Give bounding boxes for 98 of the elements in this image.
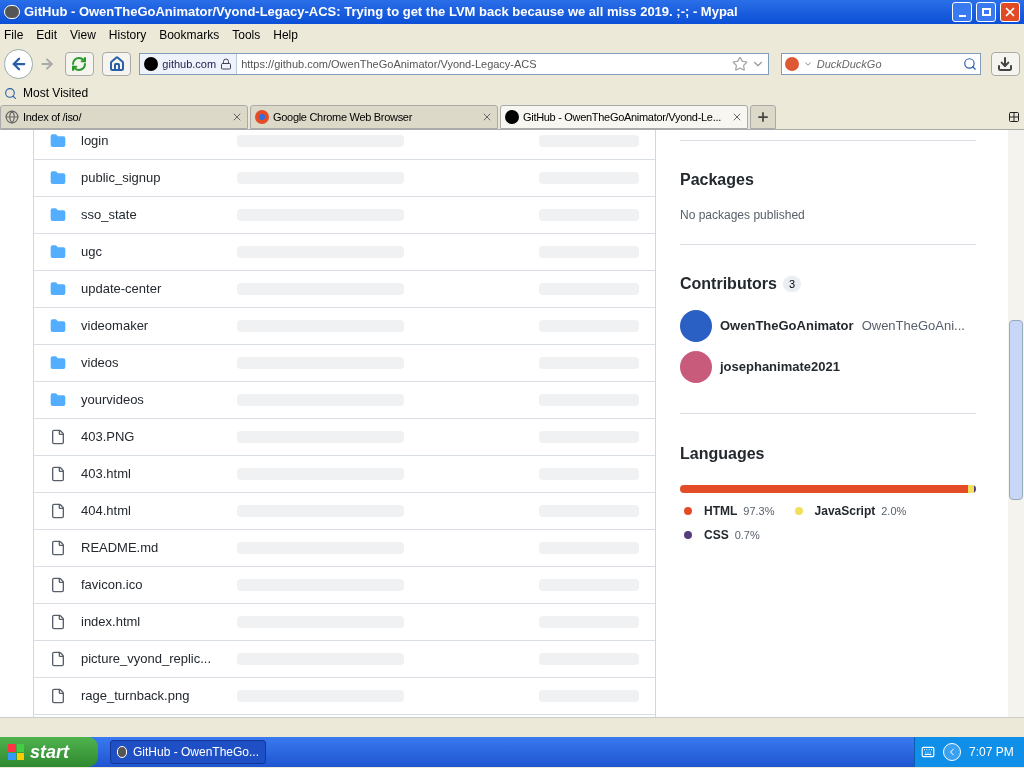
file-name[interactable]: 404.html bbox=[81, 501, 131, 521]
folder-icon bbox=[50, 318, 66, 334]
file-name[interactable]: login bbox=[81, 131, 109, 151]
count-badge: 3 bbox=[782, 275, 801, 293]
url-text: https://github.com/OwenTheGoAnimator/Vyond-Legacy-ACS bbox=[240, 56, 538, 72]
menu-item[interactable]: Edit bbox=[36, 26, 58, 44]
file-name[interactable]: 403.PNG bbox=[81, 427, 135, 447]
language-percent: 0.7% bbox=[734, 527, 760, 543]
file-name[interactable]: README.md bbox=[81, 538, 159, 558]
home-button[interactable] bbox=[102, 52, 132, 76]
minimize-icon[interactable] bbox=[952, 2, 972, 22]
browser-tab[interactable]: GitHub - OwenTheGoAnimator/Vyond-Le... bbox=[500, 105, 748, 129]
star-icon[interactable] bbox=[731, 56, 748, 72]
file-name[interactable]: 403.html bbox=[81, 464, 131, 484]
folder-icon bbox=[50, 244, 66, 260]
file-name[interactable]: yourvideos bbox=[81, 390, 144, 410]
tab-list-icon[interactable] bbox=[1008, 111, 1020, 123]
windows-logo-icon bbox=[8, 744, 24, 760]
folder-icon bbox=[50, 133, 66, 149]
avatar[interactable] bbox=[680, 351, 712, 383]
file-name[interactable]: ugc bbox=[81, 242, 102, 262]
site-identity-button[interactable]: github.com bbox=[140, 54, 238, 74]
folder-icon bbox=[50, 207, 66, 223]
menu-item[interactable]: View bbox=[70, 26, 96, 44]
avatar[interactable] bbox=[680, 310, 712, 342]
language-name[interactable]: CSS bbox=[704, 526, 729, 544]
folder-icon bbox=[50, 281, 66, 297]
close-icon[interactable] bbox=[731, 111, 743, 123]
menu-item[interactable]: Tools bbox=[232, 26, 261, 44]
reload-icon bbox=[71, 56, 88, 72]
menu-item[interactable]: File bbox=[4, 26, 24, 44]
file-icon bbox=[50, 503, 66, 519]
section-heading: Packages bbox=[680, 170, 755, 190]
search-bar[interactable]: DuckDuckGo bbox=[780, 53, 981, 75]
address-bar[interactable]: github.com https://github.com/OwenTheGoAnimator/Vyond-Legacy-ACS bbox=[139, 53, 769, 75]
home-icon bbox=[108, 56, 125, 72]
plus-icon bbox=[756, 110, 770, 124]
tab-title: GitHub - OwenTheGoAnimator/Vyond-Le... bbox=[523, 109, 722, 125]
file-icon bbox=[50, 688, 66, 704]
keyboard-icon[interactable] bbox=[921, 745, 935, 759]
lock-icon bbox=[220, 58, 233, 70]
site-name: github.com bbox=[162, 56, 217, 72]
restore-icon[interactable] bbox=[976, 2, 996, 22]
file-name[interactable]: public_signup bbox=[81, 168, 161, 188]
taskbar-window-button[interactable]: GitHub - OwenTheGo... bbox=[110, 740, 266, 764]
file-icon bbox=[50, 540, 66, 556]
file-icon bbox=[50, 651, 66, 667]
section-heading: Languages bbox=[680, 444, 766, 464]
file-name[interactable]: videos bbox=[81, 353, 119, 373]
file-name[interactable]: picture_vyond_replic... bbox=[81, 649, 212, 669]
contributor-name: OwenTheGoAni... bbox=[861, 317, 965, 336]
globe-icon bbox=[5, 110, 19, 124]
dropdown-icon[interactable] bbox=[802, 59, 813, 69]
download-button[interactable] bbox=[990, 52, 1020, 76]
reload-button[interactable] bbox=[64, 52, 95, 76]
close-icon[interactable] bbox=[481, 111, 493, 123]
scrollbar[interactable] bbox=[1008, 130, 1024, 717]
search-field[interactable]: DuckDuckGo bbox=[816, 55, 959, 73]
browser-tab[interactable]: Index of /iso/ bbox=[0, 105, 248, 129]
file-name[interactable]: sso_state bbox=[81, 205, 137, 225]
search-icon bbox=[4, 86, 17, 100]
file-icon bbox=[50, 577, 66, 593]
download-icon bbox=[997, 56, 1014, 72]
file-name[interactable]: rage_turnback.png bbox=[81, 686, 190, 706]
back-button[interactable] bbox=[4, 49, 34, 79]
browser-tab[interactable]: Google Chrome Web Browser bbox=[250, 105, 498, 129]
folder-icon bbox=[50, 355, 66, 371]
close-icon[interactable] bbox=[231, 111, 243, 123]
menu-item[interactable]: History bbox=[108, 26, 147, 44]
clock: 7:07 PM bbox=[969, 744, 1014, 761]
tab-title: Index of /iso/ bbox=[23, 109, 83, 125]
language-name[interactable]: HTML bbox=[704, 502, 738, 520]
new-tab-button[interactable] bbox=[750, 105, 776, 129]
file-icon bbox=[50, 466, 66, 482]
language-name[interactable]: JavaScript bbox=[814, 502, 876, 520]
bookmark-item[interactable]: Most Visited bbox=[4, 84, 89, 102]
section-heading: Contributors bbox=[680, 274, 777, 294]
file-icon bbox=[50, 614, 66, 630]
close-icon[interactable] bbox=[1000, 2, 1020, 22]
file-icon bbox=[50, 429, 66, 445]
file-name[interactable]: update-center bbox=[81, 279, 162, 299]
menu-item[interactable]: Help bbox=[273, 26, 298, 44]
window-title: GitHub - OwenTheGoAnimator/Vyond-Legacy-ACS: Trying to get the LVM back because we all miss 2019. ;-; - Mypal bbox=[24, 3, 739, 22]
language-percent: 2.0% bbox=[881, 503, 907, 519]
folder-icon bbox=[50, 392, 66, 408]
search-icon[interactable] bbox=[962, 57, 977, 71]
contributor-login[interactable]: josephanimate2021 bbox=[720, 357, 840, 377]
contributor-login[interactable]: OwenTheGoAnimator bbox=[720, 316, 854, 336]
tray-button[interactable] bbox=[943, 743, 961, 761]
file-name[interactable]: index.html bbox=[81, 612, 141, 632]
language-percent: 97.3% bbox=[743, 503, 775, 519]
file-name[interactable]: favicon.ico bbox=[81, 575, 143, 595]
menu-item[interactable]: Bookmarks bbox=[159, 26, 220, 44]
tab-title: Google Chrome Web Browser bbox=[273, 109, 414, 125]
packages-note: No packages published bbox=[680, 207, 806, 224]
file-name[interactable]: videomaker bbox=[81, 316, 149, 336]
folder-icon bbox=[50, 170, 66, 186]
scrollbar-thumb[interactable] bbox=[1009, 320, 1023, 500]
